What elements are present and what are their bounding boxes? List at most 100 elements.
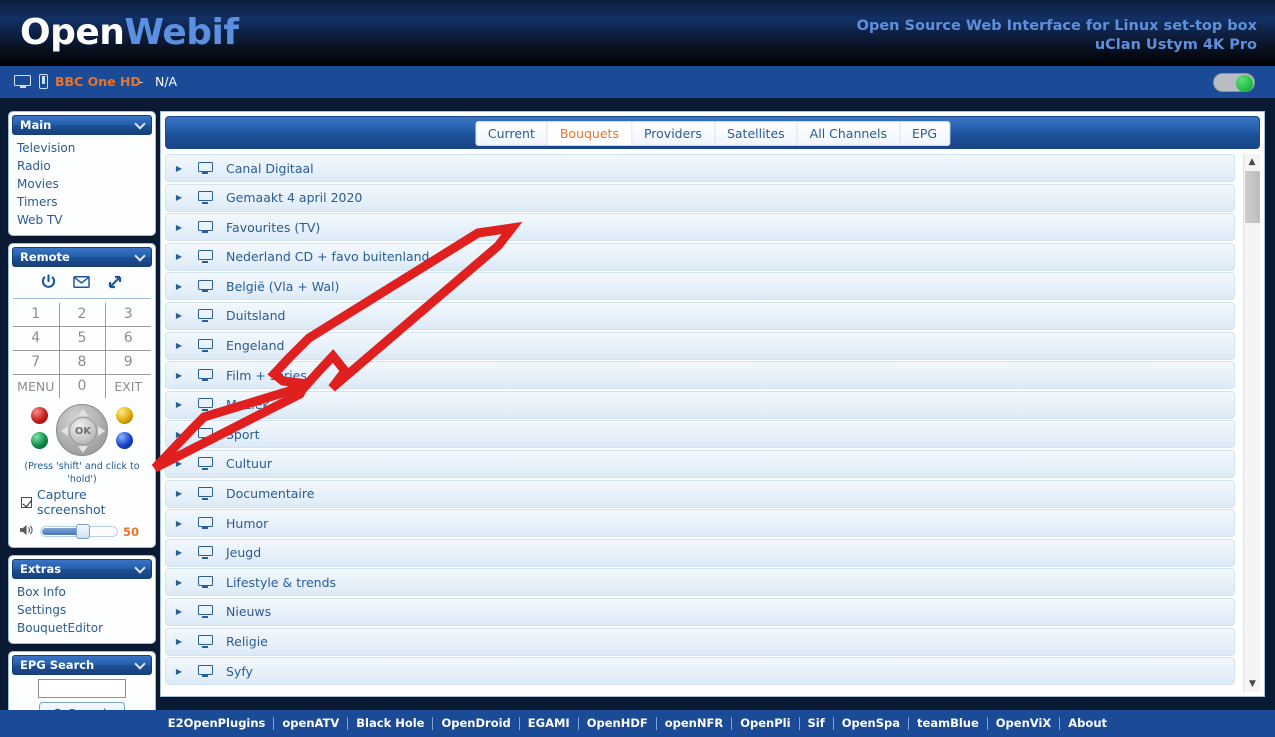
expand-triangle-icon[interactable]: ▶	[166, 489, 192, 498]
expand-triangle-icon[interactable]: ▶	[166, 223, 192, 232]
sidebar-item-bouqueteditor[interactable]: BouquetEditor	[9, 619, 155, 637]
bouquet-row[interactable]: ▶ Duitsland	[165, 301, 1235, 330]
sidebar-item-radio[interactable]: Radio	[9, 157, 155, 175]
footer-link[interactable]: OpenHDF	[579, 717, 657, 730]
dpad-ok-button[interactable]: OK	[69, 417, 97, 445]
bouquet-row[interactable]: ▶ Syfy	[165, 657, 1235, 686]
bouquet-row[interactable]: ▶ Religie	[165, 627, 1235, 656]
bouquet-row[interactable]: ▶ Engeland	[165, 331, 1235, 360]
sidebar-item-box-info[interactable]: Box Info	[9, 583, 155, 601]
expand-icon[interactable]	[107, 274, 123, 294]
bouquet-row[interactable]: ▶ Canal Digitaal	[165, 154, 1235, 182]
tab-all-channels[interactable]: All Channels	[797, 122, 900, 145]
footer-link[interactable]: About	[1060, 717, 1107, 730]
key-3[interactable]: 3	[105, 303, 151, 327]
footer-link[interactable]: teamBlue	[909, 717, 988, 730]
yellow-button[interactable]	[116, 407, 133, 424]
green-button[interactable]	[31, 432, 48, 449]
key-2[interactable]: 2	[59, 303, 106, 327]
power-toggle[interactable]	[1213, 73, 1255, 92]
bouquet-row[interactable]: ▶ Gemaakt 4 april 2020	[165, 183, 1235, 212]
tab-satellites[interactable]: Satellites	[714, 122, 798, 145]
panel-remote-header[interactable]: Remote	[12, 247, 152, 267]
sidebar-item-timers[interactable]: Timers	[9, 193, 155, 211]
blue-button[interactable]	[116, 432, 133, 449]
key-9[interactable]: 9	[105, 350, 151, 375]
scroll-up-icon[interactable]: ▲	[1244, 154, 1260, 170]
scrollbar-thumb[interactable]	[1245, 171, 1260, 223]
expand-triangle-icon[interactable]: ▶	[166, 400, 192, 409]
bouquet-row[interactable]: ▶ Jeugd	[165, 538, 1235, 567]
expand-triangle-icon[interactable]: ▶	[166, 341, 192, 350]
expand-triangle-icon[interactable]: ▶	[166, 164, 192, 173]
speaker-icon[interactable]	[19, 522, 35, 541]
volume-slider[interactable]	[40, 524, 118, 539]
bouquet-row[interactable]: ▶ Nederland CD + favo buitenland	[165, 242, 1235, 271]
expand-triangle-icon[interactable]: ▶	[166, 667, 192, 676]
bouquet-row[interactable]: ▶ Film + series	[165, 361, 1235, 390]
dpad-right-icon[interactable]	[98, 426, 105, 436]
footer-link[interactable]: OpenSpa	[834, 717, 910, 730]
panel-epg-search-header[interactable]: EPG Search	[12, 655, 152, 675]
sidebar-item-television[interactable]: Television	[9, 139, 155, 157]
expand-triangle-icon[interactable]: ▶	[166, 430, 192, 439]
dpad-up-icon[interactable]	[78, 409, 88, 416]
key-exit[interactable]: EXIT	[105, 375, 151, 399]
epg-search-input[interactable]	[38, 679, 126, 698]
dpad-down-icon[interactable]	[78, 446, 88, 453]
bouquet-row[interactable]: ▶ Nieuws	[165, 597, 1235, 626]
key-8[interactable]: 8	[59, 350, 106, 375]
bouquet-row[interactable]: ▶ Lifestyle & trends	[165, 568, 1235, 597]
dpad-left-icon[interactable]	[61, 426, 68, 436]
key-0[interactable]: 0	[59, 374, 106, 398]
expand-triangle-icon[interactable]: ▶	[166, 548, 192, 557]
tab-epg[interactable]: EPG	[899, 122, 950, 145]
dpad[interactable]: OK	[56, 404, 108, 456]
capture-screenshot-row[interactable]: Capture screenshot	[9, 487, 155, 517]
bouquet-list-scrollbar[interactable]: ▲ ▼	[1243, 154, 1260, 692]
key-7[interactable]: 7	[13, 350, 60, 375]
tab-bouquets[interactable]: Bouquets	[547, 122, 632, 145]
power-icon[interactable]	[41, 274, 56, 294]
tab-current[interactable]: Current	[475, 122, 548, 145]
monitor-icon[interactable]	[14, 74, 31, 89]
sidebar-item-movies[interactable]: Movies	[9, 175, 155, 193]
expand-triangle-icon[interactable]: ▶	[166, 637, 192, 646]
bouquet-row[interactable]: ▶ België (Vla + Wal)	[165, 272, 1235, 301]
key-menu[interactable]: MENU	[13, 374, 60, 398]
panel-extras-header[interactable]: Extras	[12, 559, 152, 579]
capture-screenshot-checkbox[interactable]	[21, 496, 32, 508]
bouquet-row[interactable]: ▶ Cultuur	[165, 449, 1235, 478]
footer-link[interactable]: openNFR	[657, 717, 733, 730]
footer-link[interactable]: E2OpenPlugins	[160, 717, 275, 730]
mobile-icon[interactable]	[39, 74, 48, 89]
expand-triangle-icon[interactable]: ▶	[166, 578, 192, 587]
expand-triangle-icon[interactable]: ▶	[166, 459, 192, 468]
footer-link[interactable]: OpenPli	[732, 717, 800, 730]
bouquet-row[interactable]: ▶ Humor	[165, 509, 1235, 538]
footer-link[interactable]: Black Hole	[348, 717, 434, 730]
red-button[interactable]	[31, 407, 48, 424]
mail-icon[interactable]	[73, 274, 90, 294]
expand-triangle-icon[interactable]: ▶	[166, 193, 192, 202]
panel-main-header[interactable]: Main	[12, 115, 152, 135]
tab-providers[interactable]: Providers	[631, 122, 715, 145]
expand-triangle-icon[interactable]: ▶	[166, 519, 192, 528]
footer-link[interactable]: OpenDroid	[433, 717, 520, 730]
expand-triangle-icon[interactable]: ▶	[166, 607, 192, 616]
site-logo[interactable]: OpenWebif	[20, 13, 239, 53]
key-4[interactable]: 4	[13, 326, 60, 351]
key-1[interactable]: 1	[13, 303, 60, 327]
bouquet-row[interactable]: ▶ Sport	[165, 420, 1235, 449]
expand-triangle-icon[interactable]: ▶	[166, 371, 192, 380]
expand-triangle-icon[interactable]: ▶	[166, 311, 192, 320]
expand-triangle-icon[interactable]: ▶	[166, 252, 192, 261]
sidebar-item-settings[interactable]: Settings	[9, 601, 155, 619]
volume-slider-handle[interactable]	[76, 524, 90, 539]
footer-link[interactable]: OpenViX	[988, 717, 1061, 730]
sidebar-item-webtv[interactable]: Web TV	[9, 211, 155, 229]
current-channel-name[interactable]: BBC One HD	[55, 74, 141, 90]
bouquet-row[interactable]: ▶ Muziek	[165, 390, 1235, 419]
footer-link[interactable]: Sif	[800, 717, 834, 730]
scroll-down-icon[interactable]: ▼	[1244, 676, 1260, 692]
